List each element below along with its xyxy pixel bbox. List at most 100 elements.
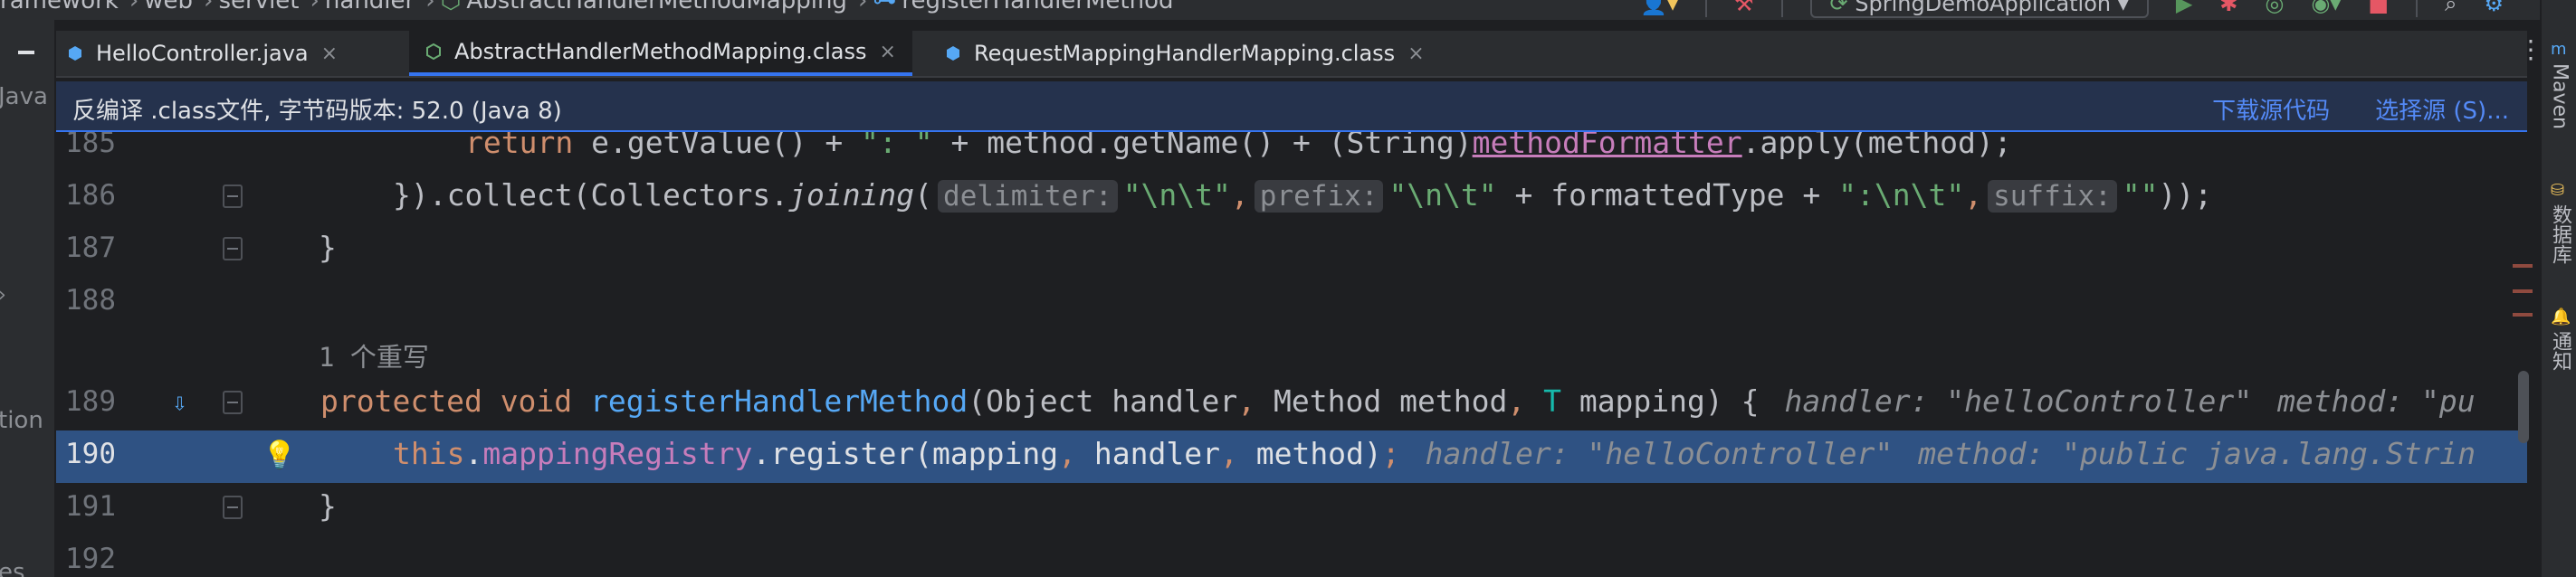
close-icon[interactable]: × [321,43,338,65]
tool-label: Maven [2548,63,2571,129]
banner-actions: 下载源代码 选择源 (S)... [2212,92,2509,126]
close-icon[interactable]: × [879,41,895,63]
line-number: 190 [65,438,116,470]
right-tool-strip: m Maven ⛁ 数据库 🔔 通知 [2540,0,2576,577]
code-text: this.mappingRegistry.register(mapping, h… [393,436,2476,471]
breadcrumb-item-servlet[interactable]: servlet [218,0,299,14]
error-stripe-mark[interactable] [2513,264,2533,268]
tool-label: 数据库 [2549,204,2571,264]
tab-label: HelloController.java [96,41,309,66]
debug-inline-value: handler: "helloController" [1425,436,1894,471]
code-line: 188 [56,277,2527,329]
toolbar-divider [2416,0,2419,17]
code-line: 192 [56,535,2527,577]
code-line: 187 } [56,224,2527,277]
code-line: 185 return e.getValue() + ": " + method.… [56,132,2527,172]
error-stripe-mark[interactable] [2513,313,2533,317]
fold-marker-icon[interactable] [223,237,243,260]
stop-icon[interactable]: ■ [2368,0,2389,16]
code-text: protected void registerHandlerMethod(Obj… [320,383,2476,419]
lightbulb-icon[interactable]: 💡 [262,440,296,471]
toolbar-divider [1780,0,1783,17]
build-hammer-icon[interactable]: ⚒ [1734,0,1754,16]
class-file-icon [947,46,959,61]
tab-request-mapping-handler-mapping[interactable]: RequestMappingHandlerMapping.class × [945,31,1425,76]
run-toolbar: 👤▾ ⚒ ⟳ SpringDemoApplication ▾ ▶ ✱ ◎ ◉▾ … [1640,0,2504,18]
breadcrumb-item-framework[interactable]: ramework [0,0,119,14]
scrollbar-track[interactable] [2527,76,2540,577]
usages-row: 1 个重写 [56,329,2527,374]
tool-notifications[interactable]: 🔔 通知 [2542,307,2576,371]
breadcrumb-separator: › [204,0,214,14]
banner-message: 反编译 .class文件, 字节码版本: 52.0 (Java 8) [72,98,562,125]
tree-chevron-icon[interactable]: › [0,284,6,307]
breadcrumb-separator: › [425,0,435,14]
run-icon[interactable]: ▶ [2176,0,2192,16]
coverage-icon[interactable]: ◎ [2265,0,2284,16]
download-sources-link[interactable]: 下载源代码 [2212,92,2330,126]
choose-sources-link[interactable]: 选择源 (S)... [2375,92,2509,126]
code-line: 191 } [56,483,2527,535]
line-number: 186 [65,179,116,212]
line-number: 191 [65,490,116,523]
collapse-panel-icon[interactable] [18,51,34,54]
code-editor[interactable]: 185 return e.getValue() + ": " + method.… [56,132,2527,577]
tab-hello-controller[interactable]: HelloController.java × [67,31,338,76]
abstract-class-icon [426,43,441,60]
fold-marker-icon[interactable] [223,184,243,208]
maven-icon: m [2551,40,2567,59]
parameter-hint: prefix: [1254,180,1384,213]
chevron-down-icon: ▾ [2117,0,2129,16]
profiler-icon[interactable]: ◉▾ [2311,0,2341,16]
line-number: 185 [65,132,116,159]
project-tree-fragment: tion [0,407,43,434]
toolbar-divider [1705,0,1707,17]
tool-database[interactable]: ⛁ 数据库 [2542,181,2576,264]
close-icon[interactable]: × [1407,43,1424,65]
editor-tab-bar: HelloController.java × AbstractHandlerMe… [56,31,2527,78]
tool-maven[interactable]: m Maven [2542,40,2576,129]
debug-icon[interactable]: ✱ [2219,0,2237,16]
tool-label: 通知 [2549,331,2571,371]
breadcrumb-item-web[interactable]: web [144,0,193,14]
breadcrumb-item-class[interactable]: AbstractHandlerMethodMapping [466,0,847,14]
debug-inline-value: method: "public java.lang.Strin [1918,436,2476,471]
tab-label: AbstractHandlerMethodMapping.class [454,39,867,64]
code-text: return e.getValue() + ": " + method.getN… [465,132,2012,160]
scrollbar-thumb[interactable] [2518,371,2529,443]
run-config-selector[interactable]: ⟳ SpringDemoApplication ▾ [1809,0,2149,18]
tab-label: RequestMappingHandlerMapping.class [974,41,1396,66]
line-number: 192 [65,543,116,575]
line-number: 187 [65,232,116,264]
debug-inline-value: method: "pu [2277,383,2476,419]
breadcrumb-separator: › [129,0,139,14]
code-text: }).collect(Collectors.joining(delimiter:… [393,177,2213,213]
project-tree-fragment: Java [0,83,48,110]
breadcrumb-item-handler[interactable]: handler [325,0,415,14]
fold-marker-icon[interactable] [223,391,243,414]
line-number: 188 [65,284,116,317]
run-config-label: SpringDemoApplication [1855,0,2112,16]
search-icon[interactable]: ⌕ [2445,0,2457,16]
error-stripe-mark[interactable] [2513,289,2533,293]
project-panel-edge: Java › tion es [0,20,56,577]
override-count-hint[interactable]: 1 个重写 [319,336,429,374]
user-icon[interactable]: 👤▾ [1640,0,1678,16]
breadcrumb: ramework › web › servlet › handler › ⬡ AbstractHa… [0,0,1179,14]
line-number: 189 [65,385,116,418]
spring-icon: ⟳ [1829,0,1848,16]
breadcrumb-separator: › [310,0,320,14]
settings-icon[interactable]: ⚙ [2484,0,2504,16]
overridden-method-icon[interactable]: ⇩ [172,387,187,417]
code-text: } [319,488,337,524]
top-toolbar: ramework › web › servlet › handler › ⬡ AbstractHa… [0,0,2576,20]
abstract-class-icon: ⬡ [440,0,462,14]
database-icon: ⛁ [2551,181,2565,200]
fold-marker-icon[interactable] [223,496,243,519]
parameter-hint: suffix: [1988,180,2117,213]
tab-abstract-handler-method-mapping[interactable]: AbstractHandlerMethodMapping.class × [409,31,912,76]
breadcrumb-item-method[interactable]: registerHandlerMethod [902,0,1173,14]
notification-bell-icon: 🔔 [2551,307,2571,326]
method-icon: ⊶ [873,0,897,14]
code-line: 186 }).collect(Collectors.joining(delimi… [56,172,2527,224]
